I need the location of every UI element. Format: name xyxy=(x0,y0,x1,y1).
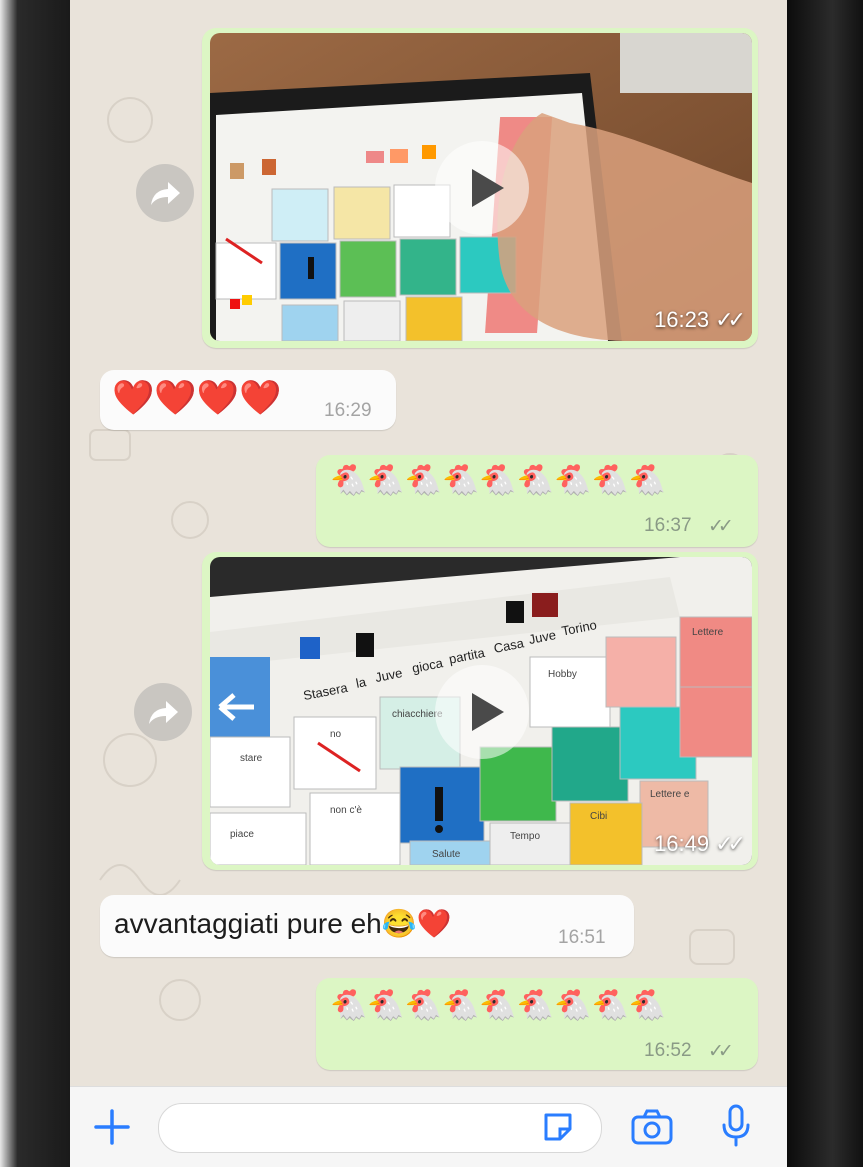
double-check-icon: ✓✓ xyxy=(715,307,746,332)
video-timestamp: 16:49 ✓✓ xyxy=(654,831,746,856)
video-timestamp: 16:23 ✓✓ xyxy=(654,307,746,332)
svg-text:no: no xyxy=(330,729,342,740)
chicken-emojis: 🐔🐔🐔🐔🐔🐔🐔🐔🐔 xyxy=(330,464,667,497)
message-time: 16:37 xyxy=(644,515,692,536)
svg-text:Salute: Salute xyxy=(432,849,461,860)
video-thumbnail[interactable]: 16:23 ✓✓ xyxy=(210,33,752,341)
incoming-emoji-message[interactable]: ❤️❤️❤️❤️ 16:29 xyxy=(100,370,396,430)
add-attachment-button[interactable] xyxy=(92,1107,132,1152)
double-check-icon: ✓✓ xyxy=(715,831,746,856)
forward-icon xyxy=(149,701,178,724)
microphone-icon xyxy=(722,1104,750,1147)
svg-text:piace: piace xyxy=(230,829,254,840)
microphone-button[interactable] xyxy=(720,1103,752,1154)
forward-icon xyxy=(151,182,180,205)
message-text: avvantaggiati pure eh😂❤️ xyxy=(114,908,452,939)
svg-text:Hobby: Hobby xyxy=(548,669,577,680)
svg-text:stare: stare xyxy=(240,753,263,764)
plus-icon xyxy=(94,1109,130,1145)
message-input[interactable] xyxy=(158,1103,602,1153)
video-thumbnail[interactable]: Stasera la Juve gioca partita Casa Juve Torin… xyxy=(210,557,752,865)
message-time: 16:51 xyxy=(558,927,606,948)
message-composer xyxy=(70,1086,787,1167)
message-time: 16:29 xyxy=(324,400,372,421)
phone-bezel-left xyxy=(0,0,70,1167)
sticker-button[interactable] xyxy=(540,1109,576,1150)
svg-text:Lettere e: Lettere e xyxy=(650,789,690,800)
video-message[interactable]: 16:23 ✓✓ xyxy=(202,28,758,348)
play-button[interactable] xyxy=(435,665,529,759)
svg-text:Cibi: Cibi xyxy=(590,811,607,822)
double-check-icon: ✓✓ xyxy=(708,516,734,537)
hearts-emoji: ❤️❤️❤️❤️ xyxy=(112,379,282,417)
chicken-emojis: 🐔🐔🐔🐔🐔🐔🐔🐔🐔 xyxy=(330,989,667,1022)
svg-text:Lettere: Lettere xyxy=(692,627,724,638)
forward-button[interactable] xyxy=(134,683,192,741)
incoming-text-message[interactable]: avvantaggiati pure eh😂❤️ 16:51 xyxy=(100,895,634,957)
play-button[interactable] xyxy=(435,141,529,235)
camera-icon xyxy=(631,1109,673,1145)
video-message[interactable]: Stasera la Juve gioca partita Casa Juve Torin… xyxy=(202,552,758,870)
message-time: 16:52 xyxy=(644,1040,692,1061)
sticker-icon xyxy=(544,1113,572,1141)
phone-bezel-right xyxy=(787,0,863,1167)
camera-button[interactable] xyxy=(630,1107,674,1152)
svg-text:non c'è: non c'è xyxy=(330,805,362,816)
chat-screen: 16:23 ✓✓ ❤️❤️❤️❤️ 16:29 🐔🐔🐔🐔🐔🐔🐔🐔🐔 16:37 ✓… xyxy=(70,0,787,1167)
double-check-icon: ✓✓ xyxy=(708,1041,734,1062)
outgoing-emoji-message[interactable]: 🐔🐔🐔🐔🐔🐔🐔🐔🐔 16:37 ✓✓ xyxy=(316,455,758,547)
svg-text:Tempo: Tempo xyxy=(510,831,540,842)
forward-button[interactable] xyxy=(136,164,194,222)
outgoing-emoji-message[interactable]: 🐔🐔🐔🐔🐔🐔🐔🐔🐔 16:52 ✓✓ xyxy=(316,978,758,1070)
